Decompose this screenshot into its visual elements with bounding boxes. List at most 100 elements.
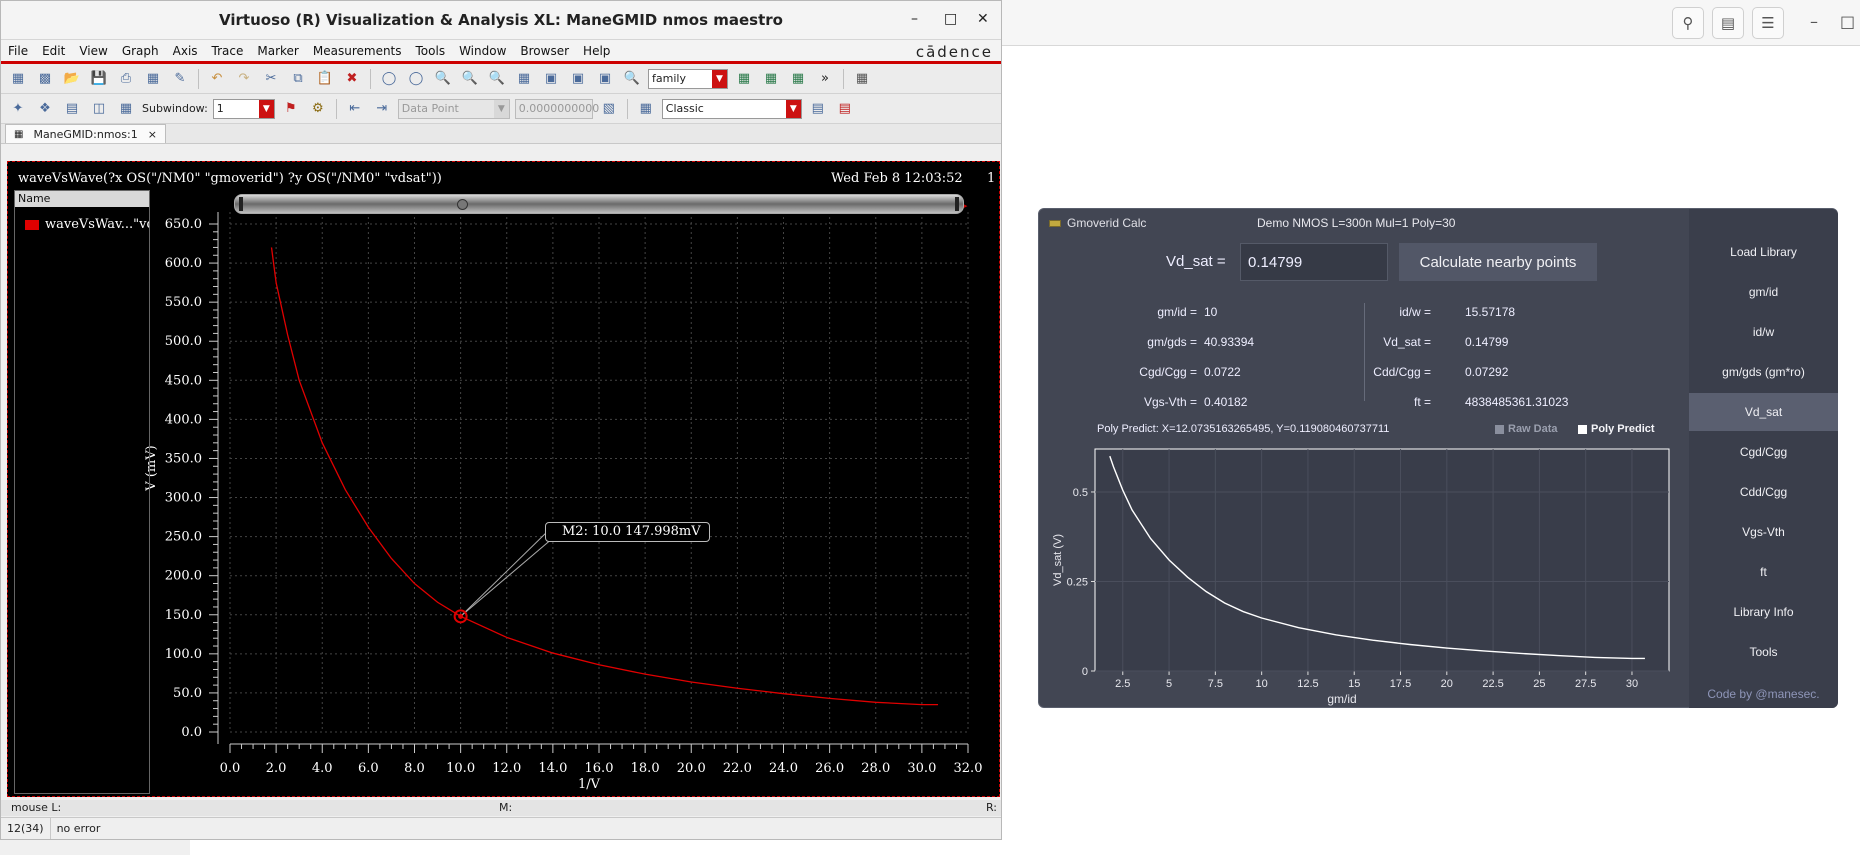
palette-icon[interactable]: ❖ xyxy=(34,99,56,119)
menu-window[interactable]: Window xyxy=(452,44,513,58)
minimize-icon[interactable]: – xyxy=(911,11,918,27)
maximize-icon[interactable]: □ xyxy=(1840,12,1855,31)
menu-file[interactable]: File xyxy=(1,44,35,58)
menu-browser[interactable]: Browser xyxy=(513,44,576,58)
sidebar-item-cdd-cgg[interactable]: Cdd/Cgg xyxy=(1689,473,1838,511)
sidebar-item-tools[interactable]: Tools xyxy=(1689,633,1838,671)
minimize-icon[interactable]: – xyxy=(1810,12,1818,31)
cut-icon[interactable]: ✂ xyxy=(260,69,282,89)
calculator-icon[interactable]: ▦ xyxy=(142,69,164,89)
family-combo[interactable]: family ▼ xyxy=(648,68,728,89)
sidebar-item-id-w[interactable]: id/w xyxy=(1689,313,1838,351)
close-window-icon[interactable]: ▤ xyxy=(834,99,856,119)
scroll-thumb[interactable] xyxy=(457,199,468,210)
delete-icon[interactable]: ✖ xyxy=(341,69,363,89)
zoom-y-icon[interactable]: ▣ xyxy=(594,69,616,89)
search-icon[interactable]: ⚲ xyxy=(1672,7,1704,39)
scroll-right-handle[interactable] xyxy=(955,197,959,211)
tab-close-icon[interactable]: × xyxy=(148,128,157,141)
maximize-icon[interactable]: □ xyxy=(944,11,957,27)
trace-tool2-icon[interactable]: ▦ xyxy=(760,69,782,89)
strip-icon[interactable]: ◯ xyxy=(378,69,400,89)
new-window-icon[interactable]: ▦ xyxy=(7,69,29,89)
flag-icon[interactable]: ⚑ xyxy=(280,99,302,119)
calculate-nearby-button[interactable]: Calculate nearby points xyxy=(1399,243,1597,281)
new-subwindow-icon[interactable]: ▩ xyxy=(34,69,56,89)
save-icon[interactable]: 💾 xyxy=(88,69,110,89)
menu-icon[interactable]: ☰ xyxy=(1752,7,1784,39)
layout-grid-icon[interactable]: ▦ xyxy=(115,99,137,119)
legend-item[interactable]: waveVsWav..."vd xyxy=(15,217,149,232)
zoom-in-icon[interactable]: 🔍 xyxy=(459,69,481,89)
plot-page-number: 1 xyxy=(987,171,996,186)
menu-edit[interactable]: Edit xyxy=(35,44,72,58)
menu-axis[interactable]: Axis xyxy=(166,44,205,58)
trace-line[interactable] xyxy=(270,247,939,706)
trace-tool3-icon[interactable]: ▦ xyxy=(787,69,809,89)
marker-label[interactable]: M2: 10.0 147.998mV xyxy=(545,522,710,542)
zoom-reset-icon[interactable]: 🔍 xyxy=(621,69,643,89)
legend-header: Name xyxy=(15,191,149,207)
view-toggle-icon[interactable]: ▤ xyxy=(1712,7,1744,39)
print-icon[interactable]: ⎙ xyxy=(115,69,137,89)
menu-help[interactable]: Help xyxy=(576,44,617,58)
menu-marker[interactable]: Marker xyxy=(250,44,305,58)
menu-trace[interactable]: Trace xyxy=(205,44,251,58)
zoom-out-icon[interactable]: 🔍 xyxy=(486,69,508,89)
sidebar-item-load-library[interactable]: Load Library xyxy=(1689,233,1838,271)
prev-point-icon[interactable]: ⇤ xyxy=(344,99,366,119)
sidebar-item-gm-id[interactable]: gm/id xyxy=(1689,273,1838,311)
raw-data-checkbox[interactable]: Raw Data xyxy=(1495,423,1558,435)
layout-cols-icon[interactable]: ◫ xyxy=(88,99,110,119)
window-icon[interactable]: ▤ xyxy=(807,99,829,119)
separator xyxy=(370,68,371,89)
style-combo[interactable]: Classic ▼ xyxy=(661,98,802,119)
sidebar-item-vgs-vth[interactable]: Vgs-Vth xyxy=(1689,513,1838,551)
next-point-icon[interactable]: ⇥ xyxy=(371,99,393,119)
scroll-left-handle[interactable] xyxy=(239,197,243,211)
datapoint-combo[interactable]: Data Point ▼ xyxy=(397,98,510,119)
vdsat-plot[interactable]: 2.5 5 7.5 10 12.5 15 17.5 20 22.5 25 27.5 30 0 0.25 0.… xyxy=(1039,437,1687,709)
zoom-box-icon[interactable]: ▣ xyxy=(540,69,562,89)
subwindow-combo[interactable]: 1 ▼ xyxy=(212,98,275,119)
param-label: Cdd/Cgg = xyxy=(1373,365,1431,379)
table-icon[interactable]: ▦ xyxy=(635,99,657,119)
x-scrollbar[interactable] xyxy=(234,194,964,214)
zoom-area-icon[interactable]: ▣ xyxy=(567,69,589,89)
pointer-icon[interactable]: ✦ xyxy=(7,99,29,119)
edit-icon[interactable]: ✎ xyxy=(169,69,191,89)
zoom-fit-icon[interactable]: 🔍 xyxy=(432,69,454,89)
menu-tools[interactable]: Tools xyxy=(409,44,453,58)
menu-view[interactable]: View xyxy=(72,44,114,58)
stack-icon[interactable]: ◯ xyxy=(405,69,427,89)
sidebar-item-cgd-cgg[interactable]: Cgd/Cgg xyxy=(1689,433,1838,471)
sidebar-item-vd-sat[interactable]: Vd_sat xyxy=(1689,393,1838,431)
grid-icon[interactable]: ▦ xyxy=(851,69,873,89)
histogram-icon[interactable]: ▧ xyxy=(598,99,620,119)
poly-predict-checkbox[interactable]: Poly Predict xyxy=(1578,423,1655,435)
y-tick-label: 400.0 xyxy=(165,412,202,427)
status-message: no error xyxy=(56,822,101,835)
overflow-icon[interactable]: » xyxy=(814,69,836,89)
close-icon[interactable]: ✕ xyxy=(977,11,989,27)
trace-tool-icon[interactable]: ▦ xyxy=(733,69,755,89)
status-bar-mouse: mouse L: M: R: xyxy=(1,800,1001,816)
sidebar-item-ft[interactable]: ft xyxy=(1689,553,1838,591)
waveform-plot[interactable]: 0.0 2.0 4.0 6.0 8.0 10.0 12.0 14.0 16.0 18.0 20.0 2… xyxy=(8,162,999,796)
datapoint-field[interactable]: 0.0000000000 xyxy=(514,98,599,119)
sidebar-item-gm-gds[interactable]: gm/gds (gm*ro) xyxy=(1689,353,1838,391)
marker-icon[interactable]: ⚙ xyxy=(307,99,329,119)
plot-area[interactable]: 0.0 2.0 4.0 6.0 8.0 10.0 12.0 14.0 16.0 18.0 20.0 2… xyxy=(7,161,1000,797)
menu-graph[interactable]: Graph xyxy=(115,44,166,58)
paste-icon[interactable]: 📋 xyxy=(314,69,336,89)
sidebar-item-library-info[interactable]: Library Info xyxy=(1689,593,1838,631)
redo-icon[interactable]: ↷ xyxy=(233,69,255,89)
vdsat-input[interactable] xyxy=(1240,243,1388,281)
open-icon[interactable]: 📂 xyxy=(61,69,83,89)
menu-measurements[interactable]: Measurements xyxy=(306,44,409,58)
layout-rows-icon[interactable]: ▤ xyxy=(61,99,83,119)
undo-icon[interactable]: ↶ xyxy=(206,69,228,89)
copy-icon[interactable]: ⧉ xyxy=(287,69,309,89)
zoom-x-icon[interactable]: ▦ xyxy=(513,69,535,89)
tab-maneg-mid[interactable]: ▦ ManeGMID:nmos:1 × xyxy=(5,124,166,143)
